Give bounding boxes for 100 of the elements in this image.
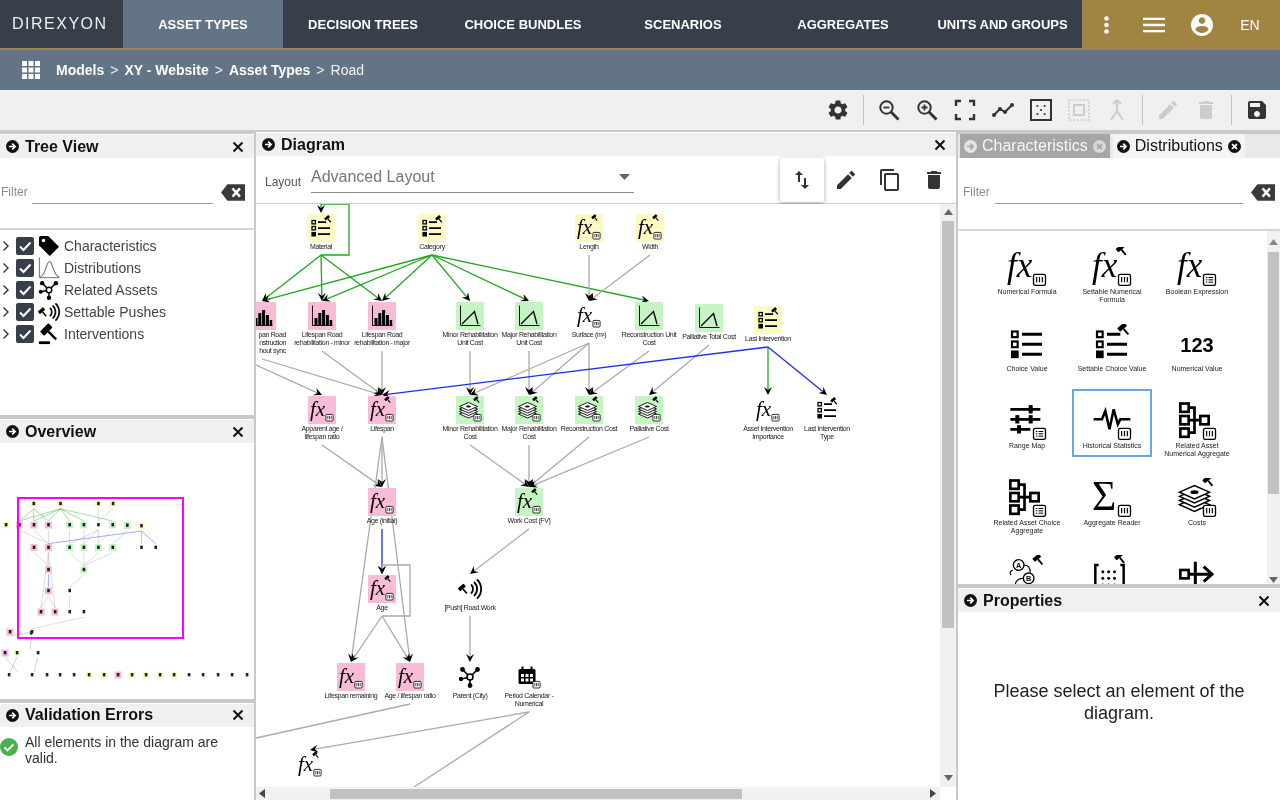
- money-stack-icon[interactable]: [575, 396, 603, 424]
- close-button[interactable]: [934, 138, 946, 151]
- triangle-chart-icon[interactable]: [695, 304, 723, 332]
- arrow-circle-icon[interactable]: [964, 594, 977, 608]
- scroll-down-arrow-icon[interactable]: [943, 775, 953, 781]
- settable-formula-icon[interactable]: fx: [368, 396, 396, 424]
- filter-label: Filter: [0, 185, 28, 199]
- money-stack-icon[interactable]: [515, 396, 543, 424]
- arrow-circle-icon[interactable]: [262, 138, 275, 151]
- language-button[interactable]: EN: [1226, 0, 1274, 50]
- zoom-out-icon: [877, 98, 901, 122]
- settable-list-icon[interactable]: [418, 214, 446, 242]
- vertical-dots-icon: [1103, 16, 1109, 34]
- breadcrumb-link[interactable]: Models: [56, 62, 105, 78]
- vertical-scrollbar[interactable]: [940, 204, 956, 787]
- formula-icon[interactable]: fx: [308, 396, 336, 424]
- settable-formula-icon[interactable]: fx: [368, 575, 396, 603]
- scrollbar-thumb[interactable]: [330, 788, 742, 799]
- scroll-up-arrow-icon[interactable]: [943, 209, 953, 215]
- panel-title: Validation Errors: [25, 706, 155, 725]
- tree-item[interactable]: Characteristics: [64, 238, 157, 254]
- panel-title: Properties: [983, 591, 1064, 610]
- tree-item[interactable]: Settable Pushes: [64, 304, 166, 320]
- nav-tab[interactable]: ASSET TYPES: [123, 0, 283, 48]
- histogram-icon[interactable]: [308, 302, 336, 330]
- grid-icon: [22, 61, 40, 79]
- breadcrumb-separator: >: [316, 62, 325, 78]
- gear-icon: [826, 98, 850, 122]
- scroll-down-arrow-icon[interactable]: [1269, 577, 1278, 583]
- backspace-icon: [1251, 183, 1275, 201]
- settable-list-icon[interactable]: [754, 306, 782, 334]
- close-button[interactable]: [232, 709, 244, 722]
- tree-item[interactable]: Distributions: [64, 260, 142, 276]
- dropdown-arrow-icon: [619, 173, 630, 180]
- tree-item[interactable]: Interventions: [64, 326, 145, 342]
- scroll-left-arrow-icon[interactable]: [259, 789, 265, 798]
- close-icon[interactable]: [1227, 139, 1241, 153]
- close-icon: [232, 425, 244, 438]
- checkbox[interactable]: [16, 303, 34, 321]
- chevron-right-icon[interactable]: [2, 262, 10, 274]
- triangle-chart-icon[interactable]: [456, 302, 484, 330]
- settable-list-icon[interactable]: [307, 214, 335, 242]
- logo: DIREXYON: [12, 15, 108, 33]
- scroll-right-arrow-icon[interactable]: [930, 789, 936, 798]
- swap-button[interactable]: [780, 158, 824, 202]
- formula-icon[interactable]: fx: [368, 488, 396, 516]
- checkbox[interactable]: [16, 259, 34, 277]
- arrow-circle-icon: [1116, 139, 1130, 153]
- breadcrumb-link[interactable]: Asset Types: [228, 62, 311, 78]
- arrow-circle-icon: [964, 139, 977, 153]
- scroll-up-arrow-icon[interactable]: [1269, 239, 1278, 245]
- checkbox[interactable]: [16, 237, 34, 255]
- layout-select[interactable]: Advanced Layout: [311, 161, 634, 193]
- money-stack-icon[interactable]: [456, 396, 484, 424]
- apps-button[interactable]: [22, 61, 40, 79]
- scrollbar-thumb[interactable]: [1268, 252, 1279, 494]
- chevron-right-icon[interactable]: [2, 306, 10, 318]
- histogram-icon[interactable]: [256, 302, 276, 330]
- close-icon: [232, 709, 244, 722]
- nested-square-icon: [1067, 98, 1091, 122]
- formula-icon[interactable]: fx: [396, 663, 424, 691]
- panel-tab[interactable]: Distributions: [1112, 134, 1245, 158]
- histogram-icon[interactable]: [368, 302, 396, 330]
- number-icon: 123: [1177, 324, 1217, 364]
- money-stack-icon[interactable]: [635, 396, 663, 424]
- chevron-right-icon[interactable]: [2, 284, 10, 296]
- clear-filter-button[interactable]: [1251, 183, 1275, 201]
- arrow-circle-icon[interactable]: [6, 708, 19, 722]
- settable-formula-icon[interactable]: fx: [636, 214, 664, 242]
- checkbox[interactable]: [16, 281, 34, 299]
- close-button[interactable]: [1258, 594, 1270, 607]
- zoom-in-icon: [915, 98, 939, 122]
- money-stack-icon: [1177, 478, 1217, 518]
- close-icon: [232, 140, 244, 153]
- triangle-chart-icon[interactable]: [515, 302, 543, 330]
- corners-icon: [953, 98, 977, 122]
- checkbox[interactable]: [16, 325, 34, 343]
- triangle-chart-icon[interactable]: [635, 302, 663, 330]
- breadcrumb-link[interactable]: XY - Website: [124, 62, 209, 78]
- bell-curve-icon: [38, 257, 60, 279]
- clear-filter-button[interactable]: [221, 183, 245, 201]
- chevron-right-icon[interactable]: [2, 240, 10, 252]
- arrow-circle-icon[interactable]: [6, 425, 19, 439]
- panel-title: Tree View: [25, 137, 100, 156]
- network-icon: [38, 279, 60, 301]
- settable-formula-icon[interactable]: fx: [515, 488, 543, 516]
- scrollbar-thumb[interactable]: [942, 221, 954, 628]
- vertical-scrollbar[interactable]: [1267, 231, 1280, 585]
- formula-icon[interactable]: fx: [337, 663, 365, 691]
- properties-message: Please select an element of the diagram.: [992, 680, 1246, 725]
- viewport-frame[interactable]: [17, 497, 184, 640]
- close-button[interactable]: [232, 425, 244, 438]
- breadcrumb-separator: >: [110, 62, 119, 78]
- chevron-right-icon[interactable]: [2, 328, 10, 340]
- arrow-circle-icon[interactable]: [6, 140, 19, 153]
- close-button[interactable]: [232, 140, 244, 153]
- panel-title: Overview: [25, 422, 98, 441]
- settable-formula-icon[interactable]: fx: [575, 214, 603, 242]
- tree-item[interactable]: Related Assets: [64, 282, 158, 298]
- horizontal-scrollbar[interactable]: [256, 787, 940, 800]
